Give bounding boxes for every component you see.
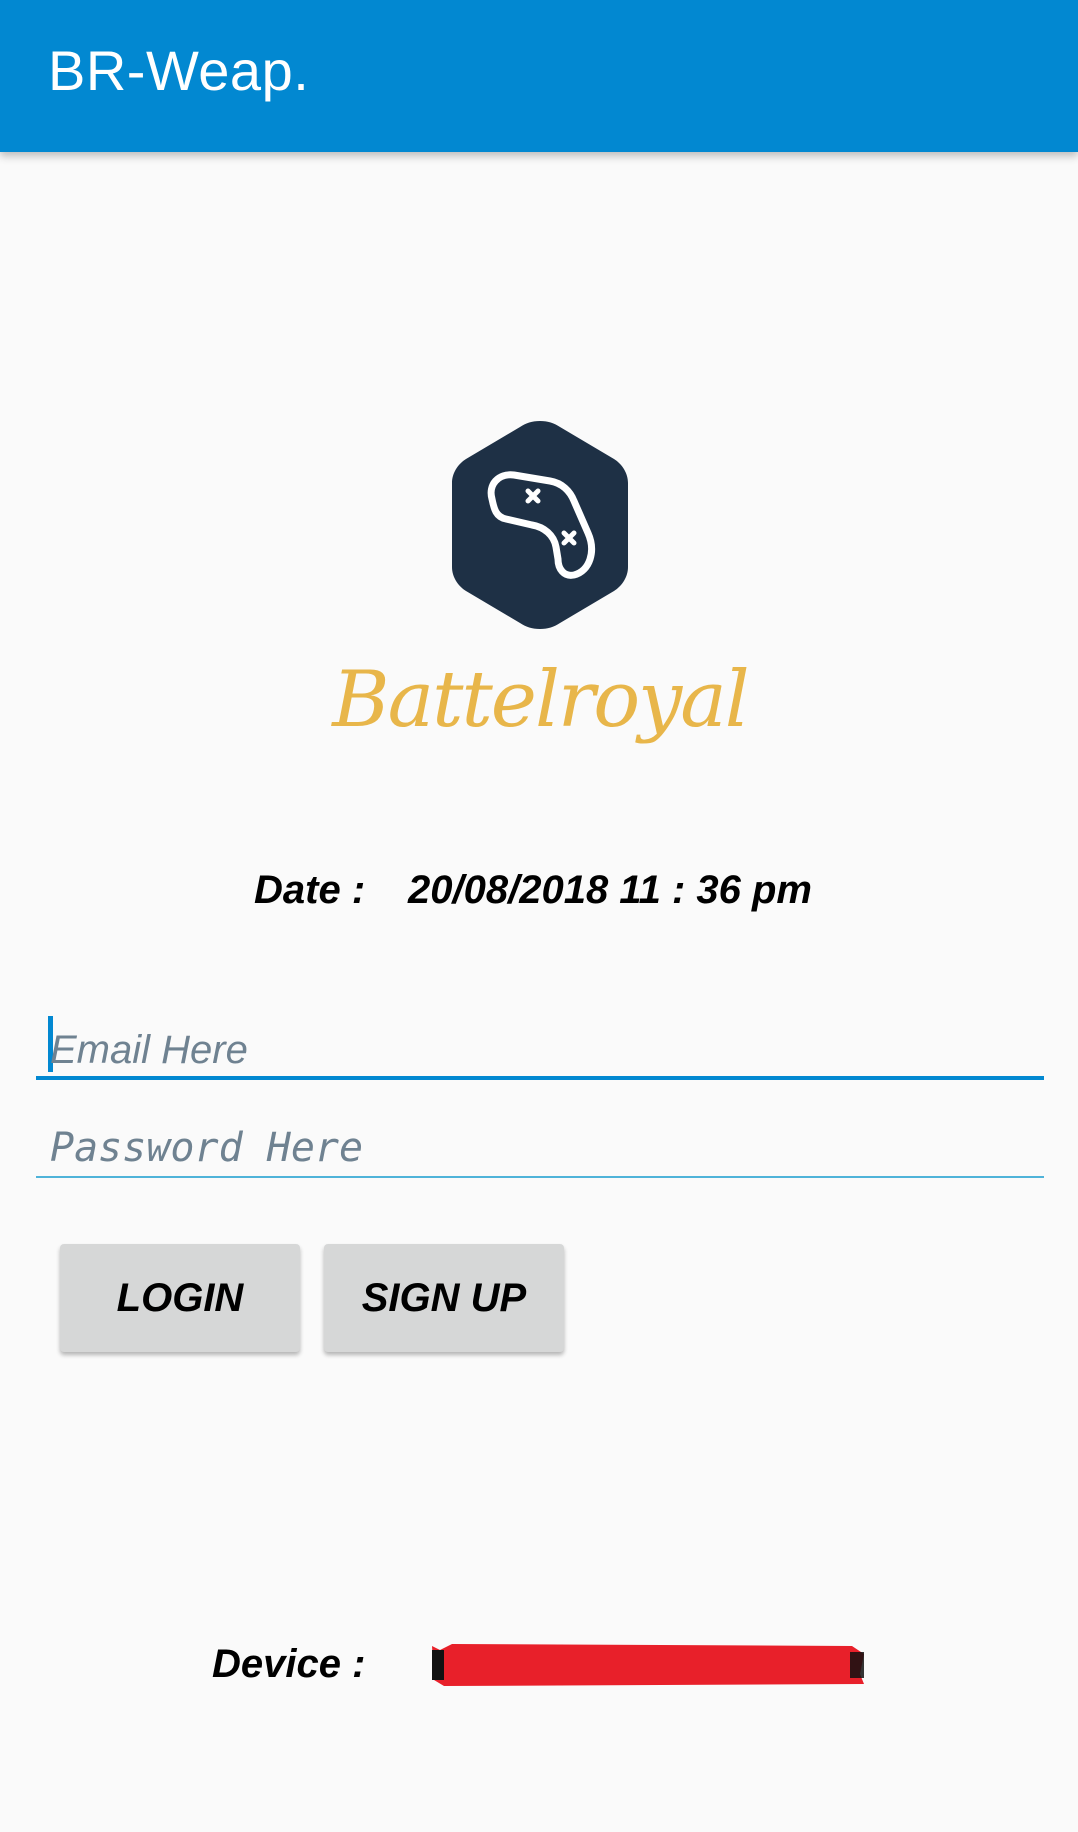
app-logo: Battelroyal [330,405,750,805]
redacted-device-id [432,1644,864,1686]
logo-wordmark: Battelroyal [332,655,749,745]
gamepad-hexagon-icon [452,421,628,629]
date-row: Date : 20/08/2018 11 : 36 pm [0,868,1078,918]
signup-button[interactable]: SIGN UP [324,1244,564,1352]
login-button[interactable]: LOGIN [60,1244,300,1352]
password-field-container [36,1120,1044,1178]
app-bar: BR-Weap. [0,0,1078,152]
device-label: Device : [212,1642,366,1686]
email-field-container [36,1010,1044,1080]
date-label: Date : [254,868,366,912]
date-value: 20/08/2018 11 : 36 pm [408,868,812,912]
email-input[interactable] [36,1010,1044,1076]
app-title: BR-Weap. [48,39,310,102]
password-input[interactable] [36,1120,1044,1176]
